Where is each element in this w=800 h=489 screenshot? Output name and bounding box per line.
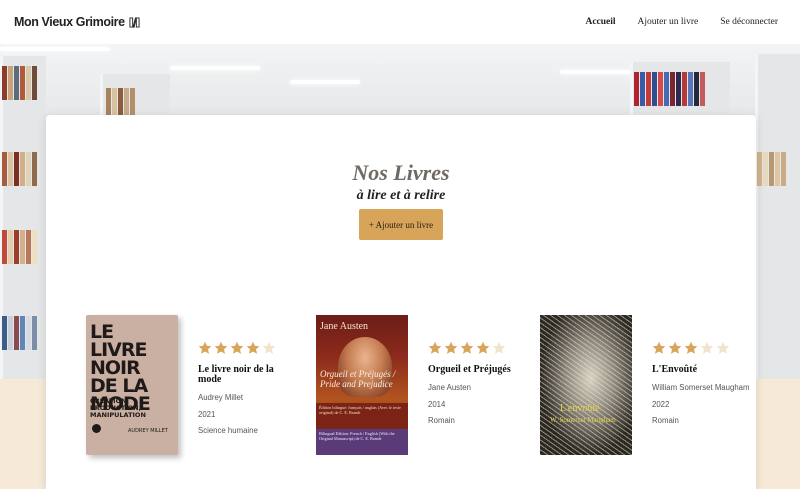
cover-author: W. Somerset Maugham [550,416,616,424]
book-genre: Romain [428,415,455,425]
cover-author: AUDREY MILLET [128,428,168,434]
star-filled-icon [684,341,698,354]
book-card[interactable]: LE LIVRE NOIR DE LA MODE CRÉATION, PRODU… [86,315,296,460]
book-author: William Somerset Maugham [652,383,750,392]
book-title[interactable]: L'Envoûté [652,365,752,375]
brand-logo[interactable]: Mon Vieux Grimoire [14,15,140,29]
book-genre: Romain [652,415,679,425]
star-filled-icon [230,341,244,354]
nav-link-deconnexion[interactable]: Se déconnecter [720,17,778,27]
book-cover[interactable]: LE LIVRE NOIR DE LA MODE CRÉATION, PRODU… [86,315,178,455]
page-subtitle: à lire et à relire [356,188,446,203]
shelf-books [2,66,37,100]
ceiling-light [0,47,110,51]
book-cover[interactable]: L'envoûté W. Somerset Maugham [540,315,632,455]
cover-title: L'envoûté [560,403,600,414]
cover-subtitle: CRÉATION, PRODUCTION, MANIPULATION [90,397,146,419]
book-card[interactable]: L'envoûté W. Somerset Maugham L'Envoûté … [540,315,750,460]
add-book-button[interactable]: + Ajouter un livre [359,209,443,240]
book-title[interactable]: Le livre noir de la mode [198,365,298,385]
brand-name: Mon Vieux Grimoire [14,15,125,29]
star-filled-icon [198,341,212,354]
book-year: 2014 [428,399,446,409]
shelf-books [2,316,37,350]
ceiling-light [560,70,640,74]
star-filled-icon [476,341,490,354]
star-filled-icon [444,341,458,354]
book-author: Audrey Millet [198,393,244,402]
star-empty-icon [262,341,276,354]
ceiling-light [290,80,360,84]
star-empty-icon [492,341,506,354]
book-info: Orgueil et Préjugés Jane Austen 2014 Rom… [428,341,528,425]
nav-link-ajouter-livre[interactable]: Ajouter un livre [638,17,699,27]
star-filled-icon [668,341,682,354]
main-nav: Accueil Ajouter un livre Se déconnecter [585,17,778,27]
cover-engraving-image [540,315,632,455]
book-info: L'Envoûté William Somerset Maugham 2022 … [652,341,752,425]
nav-link-accueil[interactable]: Accueil [585,17,615,27]
shelf-books [2,230,37,264]
star-empty-icon [700,341,714,354]
shelf-books [2,152,37,186]
star-filled-icon [428,341,442,354]
book-cover[interactable]: Jane Austen Orgueil et Préjugés / Pride … [316,315,408,455]
book-year: 2022 [652,399,670,409]
site-header: Mon Vieux Grimoire Accueil Ajouter un li… [0,0,800,44]
page-title: Nos Livres [352,160,450,185]
cover-edition-fr: Édition bilingue: français / anglais (Av… [316,403,408,429]
books-card: Nos Livres à lire et à relire + Ajouter … [46,115,756,489]
cover-author: Jane Austen [320,321,369,332]
bookshelf [755,54,800,379]
publisher-logo-icon [92,424,101,433]
star-filled-icon [246,341,260,354]
shelf-books [634,72,705,106]
book-year: 2021 [198,409,216,419]
book-author: Jane Austen [428,383,471,392]
star-empty-icon [716,341,730,354]
star-filled-icon [652,341,666,354]
cover-edition-en: Bilingual Edition: French / English (Wit… [316,429,408,455]
star-filled-icon [460,341,474,354]
book-info: Le livre noir de la mode Audrey Millet 2… [198,341,298,435]
cover-title: Orgueil et Préjugés / Pride and Prejudic… [320,369,396,389]
star-filled-icon [214,341,228,354]
ceiling-light [170,66,260,70]
book-card[interactable]: Jane Austen Orgueil et Préjugés / Pride … [316,315,526,460]
book-logo-icon [129,16,140,28]
rating-stars [428,341,528,355]
book-genre: Science humaine [198,425,258,435]
rating-stars [652,341,752,355]
shelf-books [757,152,786,186]
rating-stars [198,341,298,355]
book-title[interactable]: Orgueil et Préjugés [428,365,528,375]
